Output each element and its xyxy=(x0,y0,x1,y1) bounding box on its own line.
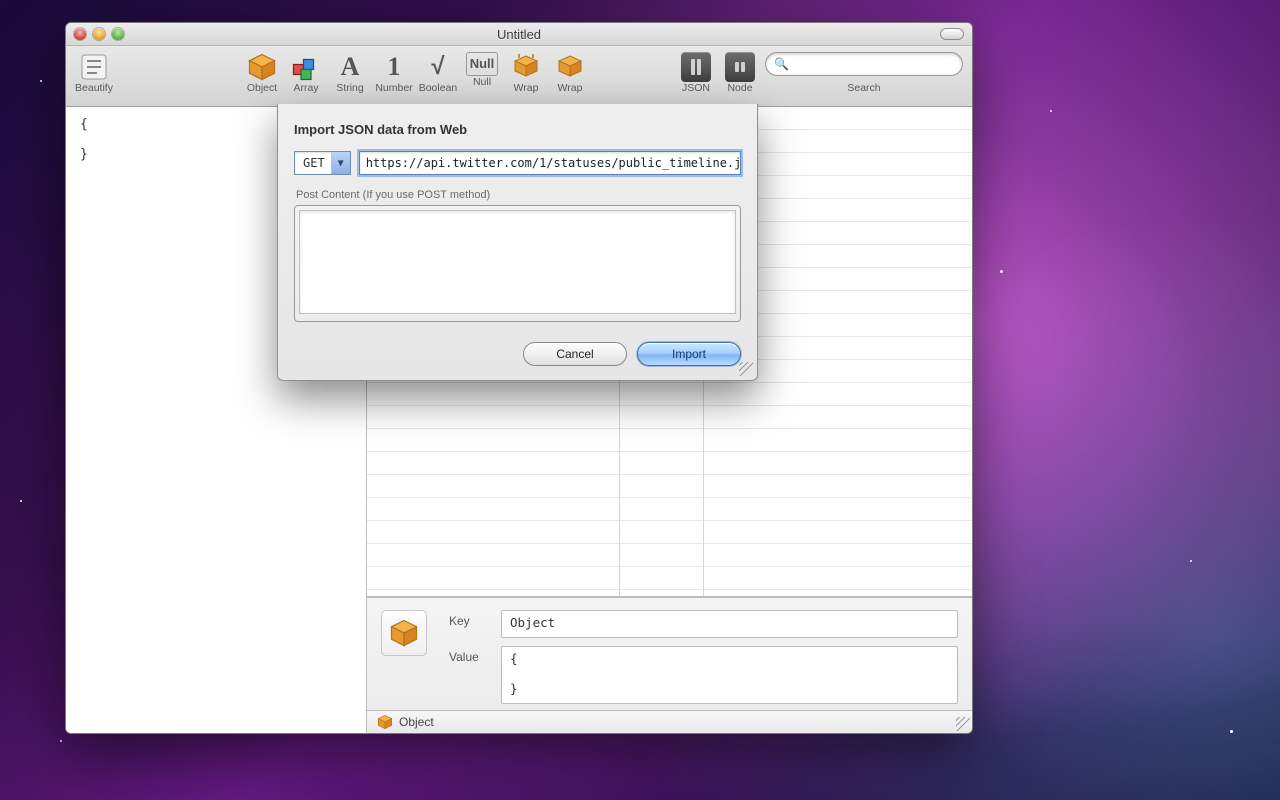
wrap-array-icon xyxy=(555,52,585,82)
zoom-button[interactable] xyxy=(112,28,124,40)
type-object-label: Object xyxy=(247,82,277,94)
dialog-resize-grip[interactable] xyxy=(739,362,753,376)
toolbar-toggle-pill[interactable] xyxy=(940,28,964,40)
dialog-title: Import JSON data from Web xyxy=(294,122,741,137)
node-inspector: Key Object Value { } xyxy=(367,597,972,710)
beautify-button[interactable]: Beautify xyxy=(74,48,114,94)
view-node-button[interactable]: Node xyxy=(720,48,760,94)
chevron-down-icon: ▼ xyxy=(332,152,350,174)
key-field[interactable]: Object xyxy=(501,610,958,638)
type-object-button[interactable]: Object xyxy=(242,48,282,94)
minimize-button[interactable] xyxy=(93,28,105,40)
wrap-array-label: Wrap xyxy=(558,82,583,94)
beautify-icon xyxy=(79,52,109,82)
value-label: Value xyxy=(449,646,493,664)
view-node-icon xyxy=(725,52,755,82)
wrap-object-icon xyxy=(511,52,541,82)
type-string-label: String xyxy=(336,82,363,94)
value-field[interactable]: { } xyxy=(501,646,958,704)
search-input[interactable]: 🔍 xyxy=(765,52,963,76)
cancel-button[interactable]: Cancel xyxy=(523,342,627,366)
url-input[interactable]: https://api.twitter.com/1/statuses/publi… xyxy=(359,151,741,175)
type-array-button[interactable]: Array xyxy=(286,48,326,94)
resize-grip[interactable] xyxy=(956,717,970,731)
boolean-icon: √ xyxy=(423,52,453,82)
status-type-label: Object xyxy=(399,715,434,729)
type-null-button[interactable]: Null Null xyxy=(462,48,502,88)
wrap-object-button[interactable]: Wrap xyxy=(506,48,546,94)
http-method-value: GET xyxy=(295,152,332,174)
string-icon: A xyxy=(335,52,365,82)
null-icon: Null xyxy=(466,52,498,76)
view-json-label: JSON xyxy=(682,82,710,94)
http-method-select[interactable]: GET ▼ xyxy=(294,151,351,175)
type-number-button[interactable]: 1 Number xyxy=(374,48,414,94)
type-boolean-button[interactable]: √ Boolean xyxy=(418,48,458,94)
search-icon: 🔍 xyxy=(774,57,789,71)
search-label: Search xyxy=(847,82,880,94)
search-field[interactable] xyxy=(793,56,954,72)
number-icon: 1 xyxy=(379,52,409,82)
post-content-label: Post Content (If you use POST method) xyxy=(296,189,741,201)
type-string-button[interactable]: A String xyxy=(330,48,370,94)
type-boolean-label: Boolean xyxy=(419,82,458,94)
view-json-button[interactable]: JSON xyxy=(676,48,716,94)
beautify-label: Beautify xyxy=(75,82,113,94)
window-title: Untitled xyxy=(66,27,972,42)
wrap-object-label: Wrap xyxy=(514,82,539,94)
object-icon xyxy=(247,52,277,82)
type-null-label: Null xyxy=(473,76,491,88)
toolbar: Beautify Object Array A String 1 Number … xyxy=(66,46,972,107)
close-button[interactable] xyxy=(74,28,86,40)
node-type-icon xyxy=(381,610,427,656)
array-icon xyxy=(291,52,321,82)
wrap-array-button[interactable]: Wrap xyxy=(550,48,590,94)
type-array-label: Array xyxy=(293,82,318,94)
type-number-label: Number xyxy=(375,82,412,94)
status-bar: Object xyxy=(367,710,972,733)
import-button[interactable]: Import xyxy=(637,342,741,366)
view-node-label: Node xyxy=(727,82,752,94)
titlebar[interactable]: Untitled xyxy=(66,23,972,46)
import-json-dialog: Import JSON data from Web GET ▼ https://… xyxy=(277,104,758,381)
key-label: Key xyxy=(449,610,493,628)
view-json-icon xyxy=(681,52,711,82)
status-type-icon xyxy=(377,714,393,730)
post-content-textarea[interactable] xyxy=(299,210,736,314)
